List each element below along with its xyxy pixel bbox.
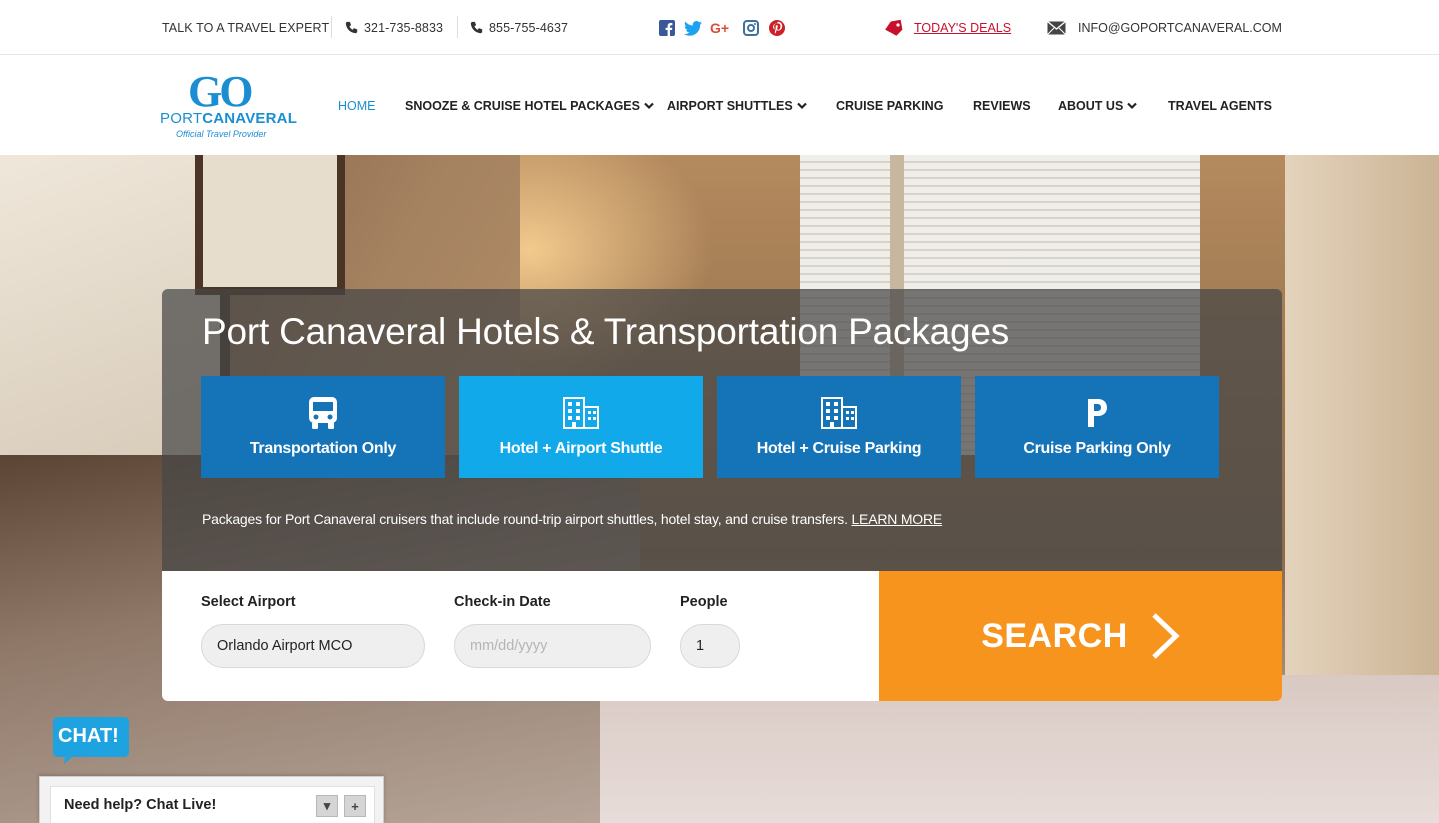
- chevron-down-icon: [1127, 102, 1138, 109]
- checkin-date-input[interactable]: [454, 624, 651, 668]
- nav-snooze-cruise[interactable]: SNOOZE & CRUISE HOTEL PACKAGES: [405, 56, 654, 155]
- travel-expert-label: TALK TO A TRAVEL EXPERT: [162, 20, 330, 35]
- live-chat-inner: Need help? Chat Live! ▾ +: [50, 786, 375, 823]
- chevron-down-icon: [644, 102, 654, 109]
- building-icon: [821, 396, 857, 430]
- parking-icon: [1086, 396, 1108, 430]
- envelope-icon: [1047, 20, 1066, 35]
- email-address: INFO@GOPORTCANAVERAL.COM: [1078, 20, 1282, 35]
- search-button[interactable]: SEARCH: [879, 571, 1282, 701]
- nav-home[interactable]: HOME: [338, 56, 376, 155]
- tab-hotel-airport-shuttle[interactable]: Hotel + Airport Shuttle: [459, 376, 703, 478]
- nav-airport-shuttles[interactable]: AIRPORT SHUTTLES: [667, 56, 807, 155]
- people-input[interactable]: [680, 624, 740, 668]
- airport-select[interactable]: [201, 624, 425, 668]
- tag-icon: [885, 19, 903, 36]
- phone-number: 321-735-8833: [364, 20, 444, 35]
- divider: [457, 16, 458, 38]
- nav-travel-agents[interactable]: TRAVEL AGENTS: [1168, 56, 1272, 155]
- phone-number: 855-755-4637: [489, 20, 569, 35]
- phone-icon: [345, 21, 358, 34]
- tab-cruise-parking-only[interactable]: Cruise Parking Only: [975, 376, 1219, 478]
- phone-icon: [470, 21, 483, 34]
- chat-minimize-button[interactable]: ▾: [316, 795, 338, 817]
- chat-bubble-label: CHAT!: [58, 725, 119, 747]
- tab-hotel-cruise-parking[interactable]: Hotel + Cruise Parking: [717, 376, 961, 478]
- chat-expand-button[interactable]: +: [344, 795, 366, 817]
- tab-transportation-only[interactable]: Transportation Only: [201, 376, 445, 478]
- nav-reviews[interactable]: REVIEWS: [973, 56, 1031, 155]
- nav-about-us-label: ABOUT US: [1058, 98, 1124, 113]
- live-chat-label: Need help? Chat Live!: [64, 797, 217, 813]
- airport-label: Select Airport: [201, 594, 296, 610]
- tab-label: Hotel + Airport Shuttle: [499, 440, 663, 457]
- package-selector-panel: Port Canaveral Hotels & Transportation P…: [162, 289, 1282, 571]
- todays-deals-link[interactable]: TODAY'S DEALS: [884, 0, 1011, 55]
- nav-snooze-cruise-label: SNOOZE & CRUISE HOTEL PACKAGES: [405, 98, 640, 113]
- people-label: People: [680, 594, 728, 610]
- chevron-right-icon: [1152, 613, 1180, 659]
- nav-about-us[interactable]: ABOUT US: [1058, 56, 1138, 155]
- nav-airport-shuttles-label: AIRPORT SHUTTLES: [667, 98, 793, 113]
- live-chat-bar[interactable]: Need help? Chat Live! ▾ +: [39, 776, 384, 823]
- description-text: Packages for Port Canaveral cruisers tha…: [202, 511, 848, 527]
- social-links: G+: [658, 19, 786, 37]
- logo-portcanaveral-text: PORTCANAVERAL: [160, 110, 298, 127]
- logo-tagline: Official Travel Provider: [176, 129, 267, 139]
- todays-deals-label: TODAY'S DEALS: [914, 20, 1012, 35]
- learn-more-link[interactable]: LEARN MORE: [851, 511, 942, 527]
- building-icon: [563, 396, 599, 430]
- packages-description: Packages for Port Canaveral cruisers tha…: [202, 511, 942, 527]
- bus-icon: [307, 396, 339, 430]
- logo-go-text: GO: [188, 67, 253, 116]
- chevron-down-icon: [796, 102, 807, 109]
- twitter-icon[interactable]: [684, 19, 702, 37]
- tab-label: Cruise Parking Only: [1023, 440, 1171, 457]
- svg-text:G+: G+: [710, 20, 729, 36]
- nav-cruise-parking[interactable]: CRUISE PARKING: [836, 56, 943, 155]
- tab-label: Transportation Only: [249, 440, 397, 457]
- hero-title: Port Canaveral Hotels & Transportation P…: [202, 311, 1010, 352]
- divider: [331, 16, 332, 38]
- hero-wall-artwork: [195, 155, 345, 295]
- pinterest-icon[interactable]: [768, 19, 786, 37]
- site-logo[interactable]: GO PORTCANAVERAL Official Travel Provide…: [160, 67, 297, 146]
- facebook-icon[interactable]: [658, 19, 676, 37]
- hero-section: Port Canaveral Hotels & Transportation P…: [0, 155, 1439, 823]
- email-link[interactable]: INFO@GOPORTCANAVERAL.COM: [1047, 0, 1282, 55]
- search-label: SEARCH: [981, 616, 1128, 655]
- phone-link-1[interactable]: 321-735-8833: [345, 0, 443, 55]
- google-plus-icon[interactable]: G+: [710, 19, 734, 37]
- search-form: Select Airport Check-in Date People: [162, 571, 879, 701]
- checkin-label: Check-in Date: [454, 594, 551, 610]
- phone-link-2[interactable]: 855-755-4637: [470, 0, 568, 55]
- chat-bubble-button[interactable]: CHAT!: [52, 715, 130, 764]
- top-bar: TALK TO A TRAVEL EXPERT 321-735-8833 855…: [0, 0, 1439, 55]
- main-navigation: GO PORTCANAVERAL Official Travel Provide…: [0, 56, 1439, 155]
- tab-label: Hotel + Cruise Parking: [756, 440, 922, 457]
- instagram-icon[interactable]: [742, 19, 760, 37]
